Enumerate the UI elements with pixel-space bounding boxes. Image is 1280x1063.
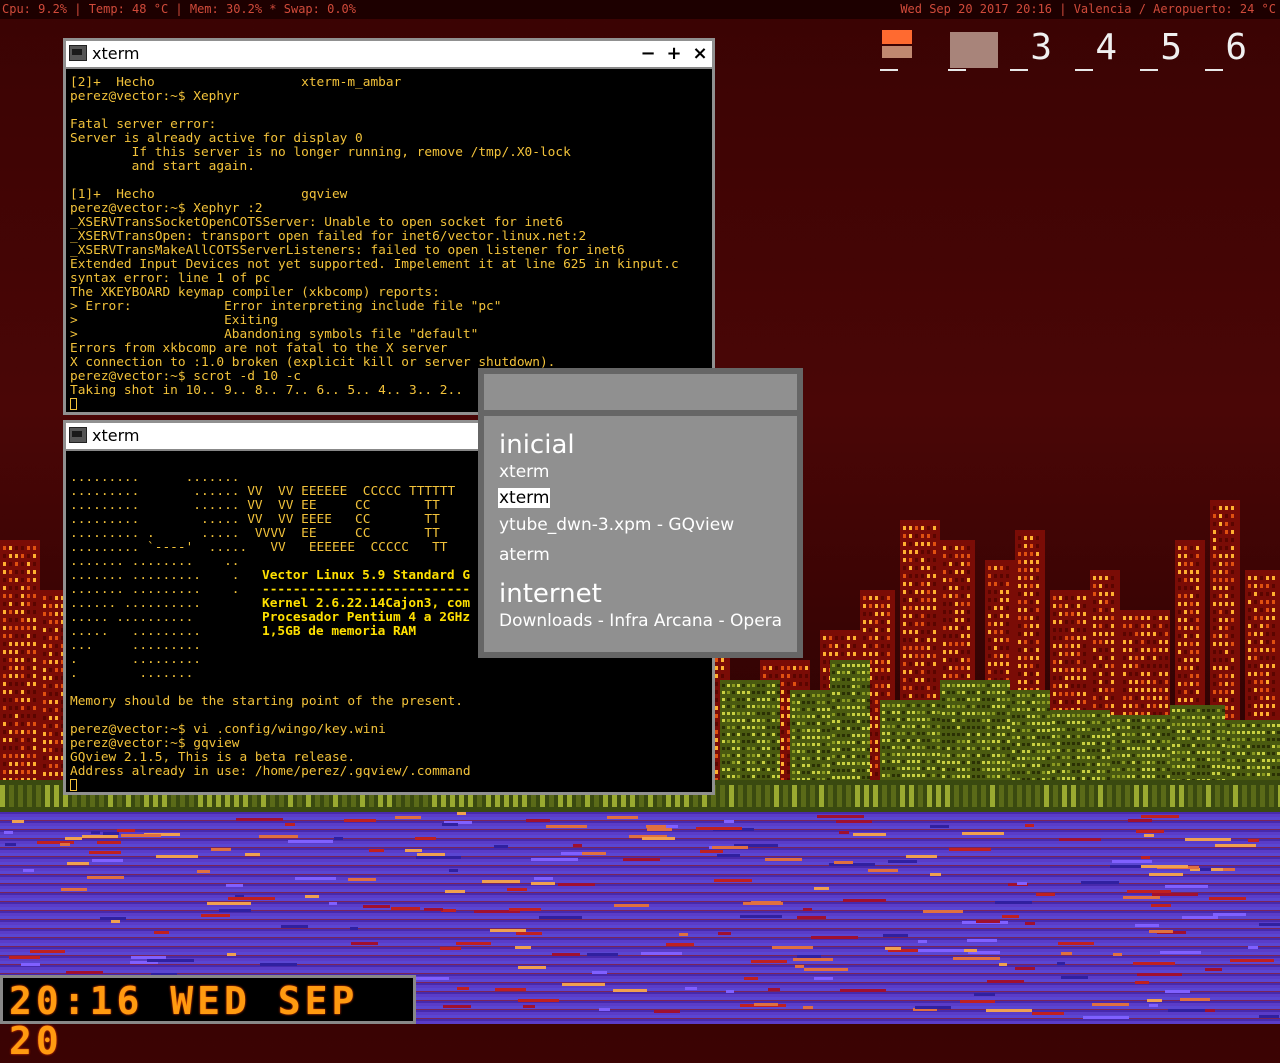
terminal-line: 1,5GB de memoria RAM xyxy=(262,624,417,639)
status-bar: Cpu: 9.2% | Temp: 48 °C | Mem: 30.2% * S… xyxy=(0,0,1280,19)
terminal-line: syntax error: line 1 of pc xyxy=(70,271,271,286)
terminal-line: If this server is no longer running, rem… xyxy=(70,145,571,160)
terminal-cursor-line xyxy=(70,779,708,792)
workspace-4[interactable]: 4 xyxy=(1075,27,1125,73)
terminal-line: [2]+ Hecho xterm-m_ambar xyxy=(70,76,402,90)
switcher-item[interactable]: xterm xyxy=(499,462,549,482)
terminal-line: perez@vector:~$ Xephyr :2 xyxy=(70,201,263,216)
switcher-item[interactable]: Downloads - Infra Arcana - Opera xyxy=(499,611,782,631)
terminal-line: Extended Input Devices not yet supported… xyxy=(70,257,679,272)
system-stats: Cpu: 9.2% | Temp: 48 °C | Mem: 30.2% * S… xyxy=(2,2,357,16)
terminal-line: Procesador Pentium 4 a 2GHz xyxy=(262,610,471,625)
workspace-2-active xyxy=(950,32,998,68)
terminal-line: Memory should be the starting point of t… xyxy=(70,694,463,709)
workspace-5[interactable]: 5 xyxy=(1140,27,1190,73)
terminal-line: The XKEYBOARD keymap compiler (xkbcomp) … xyxy=(70,285,440,300)
terminal-line: and start again. xyxy=(70,159,255,174)
switcher-group-inicial: inicial xyxy=(499,430,575,460)
terminal-line: > Exiting xyxy=(70,313,279,328)
terminal-icon xyxy=(69,45,87,61)
workspace-6[interactable]: 6 xyxy=(1205,27,1255,73)
terminal-line: > Error: Error interpreting include file… xyxy=(70,299,502,314)
switcher-group-internet: internet xyxy=(499,579,602,609)
workspace-3[interactable]: 3 xyxy=(1010,27,1060,73)
terminal-line: perez@vector:~$ Xephyr xyxy=(70,89,240,104)
window-title: xterm xyxy=(92,44,140,63)
switcher-header xyxy=(484,374,797,410)
terminal-line: Kernel 2.6.22.14Cajon3, com xyxy=(262,596,471,611)
workspace-1-thumb-bottom xyxy=(882,46,912,58)
terminal-line: perez@vector:~$ vi .config/wingo/key.win… xyxy=(70,722,386,737)
text-cursor xyxy=(70,779,77,791)
terminal-line: Address already in use: /home/perez/.gqv… xyxy=(70,764,471,779)
clock-text: 20:16 WED SEP 20 xyxy=(9,979,359,1063)
workspace-1[interactable] xyxy=(880,28,930,73)
switcher-list: inicial xterm xterm ytube_dwn-3.xpm - GQvie… xyxy=(484,416,797,652)
workspace-2[interactable] xyxy=(948,28,998,73)
terminal-line: Errors from xkbcomp are not fatal to the… xyxy=(70,341,448,356)
led-clock: 20:16 WED SEP 20 xyxy=(0,975,416,1061)
terminal-icon xyxy=(69,427,87,443)
terminal-line: _XSERVTransMakeAllCOTSServerListeners: f… xyxy=(70,243,625,258)
terminal-line: GQview 2.1.5, This is a beta release. xyxy=(70,750,356,765)
terminal-line: Server is already active for display 0 xyxy=(70,131,363,146)
window-title: xterm xyxy=(92,426,140,445)
terminal-output[interactable]: [2]+ Hecho xterm-m_ambar perez@vector:~$ … xyxy=(70,76,708,416)
terminal-line: --------------------------- xyxy=(262,582,471,597)
close-button[interactable]: × xyxy=(690,41,710,67)
terminal-line: Vector Linux 5.9 Standard G xyxy=(262,569,471,583)
titlebar[interactable]: xterm − + × xyxy=(66,41,712,69)
switcher-item[interactable]: xterm xyxy=(498,488,551,508)
text-cursor xyxy=(70,398,77,410)
terminal-line: _XSERVTransOpen: transport open failed f… xyxy=(70,229,587,244)
switcher-item[interactable]: ytube_dwn-3.xpm - GQview xyxy=(499,515,734,535)
terminal-line: Fatal server error: xyxy=(70,117,217,132)
terminal-line: . ....... xyxy=(70,666,194,681)
maximize-button[interactable]: + xyxy=(664,41,684,67)
date-weather: Wed Sep 20 2017 20:16 | Valencia / Aerop… xyxy=(900,2,1276,16)
terminal-line: > Abandoning symbols file "default" xyxy=(70,327,479,342)
terminal-line: [1]+ Hecho gqview xyxy=(70,187,348,202)
workspace-1-thumb-top xyxy=(882,30,912,44)
terminal-line: perez@vector:~$ gqview xyxy=(70,736,240,751)
sysinfo-text: Vector Linux 5.9 Standard G -------------… xyxy=(262,569,470,649)
terminal-line: _XSERVTransSocketOpenCOTSServer: Unable … xyxy=(70,215,564,230)
xterm-window-top[interactable]: xterm − + × [2]+ Hecho xterm-m_ambar pere… xyxy=(63,38,715,415)
minimize-button[interactable]: − xyxy=(638,41,658,67)
switcher-item[interactable]: aterm xyxy=(499,545,550,565)
window-switcher: inicial xterm xterm ytube_dwn-3.xpm - GQvie… xyxy=(478,368,803,658)
